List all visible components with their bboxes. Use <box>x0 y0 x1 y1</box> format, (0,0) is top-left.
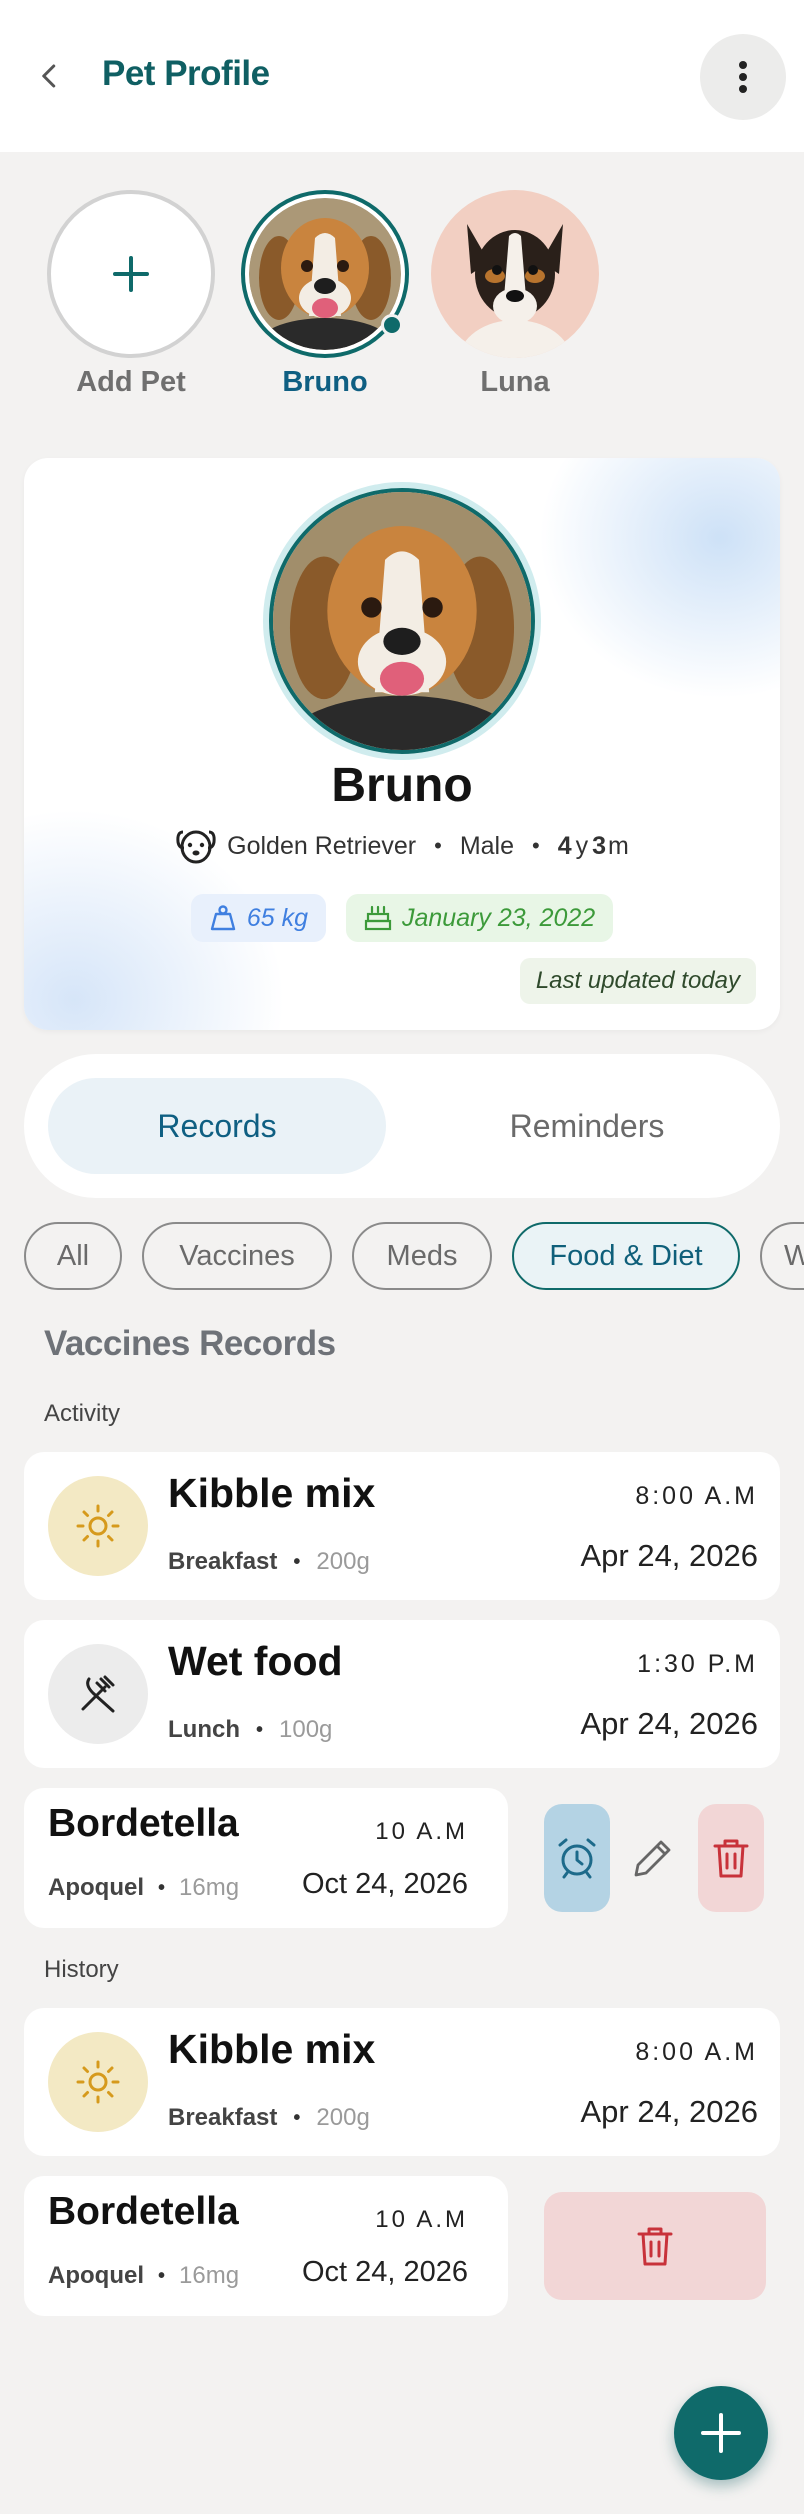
history-label: History <box>44 1956 119 1983</box>
record-date: Oct 24, 2026 <box>301 2256 468 2288</box>
meal-icon-wrapper <box>48 1644 148 1744</box>
bruno-large-photo <box>273 492 531 750</box>
pet-avatar-luna[interactable] <box>431 190 599 358</box>
alarm-clock-icon <box>558 1838 596 1879</box>
chevron-left-icon <box>42 64 56 88</box>
records-reminders-toggle: Records Reminders <box>24 1054 780 1198</box>
birthday-chip: January 23, 2022 <box>345 894 614 942</box>
record-date: Apr 24, 2026 <box>580 1538 758 1573</box>
record-time: 8:00 A.M <box>635 2038 758 2066</box>
trash-icon <box>713 1839 749 1878</box>
filter-more[interactable]: W <box>760 1222 804 1290</box>
last-updated-badge: Last updated today <box>519 958 756 1004</box>
separator-dot: • <box>532 833 540 858</box>
age-text: 4 y 3m <box>557 831 629 860</box>
add-pet-button[interactable]: Add Pet <box>46 190 216 399</box>
app-header: Pet Profile <box>0 0 804 152</box>
selected-indicator <box>381 314 403 336</box>
birthday-value: January 23, 2022 <box>401 903 596 932</box>
pet-avatar-bruno[interactable] <box>241 190 409 358</box>
filter-food-diet[interactable]: Food & Diet <box>512 1222 740 1290</box>
separator-dot: • <box>434 833 442 858</box>
record-meta: Breakfast • 200g <box>168 1548 370 1575</box>
section-title: Vaccines Records <box>44 1324 336 1363</box>
pencil-icon <box>634 1840 671 1877</box>
add-pet-circle[interactable] <box>47 190 215 358</box>
record-title: Kibble mix <box>168 1470 376 1516</box>
record-time: 8:00 A.M <box>635 1482 758 1510</box>
plus-icon <box>113 256 149 292</box>
delete-button[interactable] <box>544 2192 766 2300</box>
record-title: Wet food <box>168 1638 343 1684</box>
more-options-button[interactable] <box>700 34 786 120</box>
pet-name-luna: Luna <box>480 366 550 398</box>
record-title: Kibble mix <box>168 2026 376 2072</box>
sex-text: Male <box>459 831 515 860</box>
filter-vaccines[interactable]: Vaccines <box>142 1222 332 1290</box>
add-record-fab[interactable] <box>674 2386 768 2480</box>
tab-records[interactable]: Records <box>48 1078 386 1174</box>
record-time: 10 A.M <box>375 2206 468 2233</box>
breed-text: Golden Retriever <box>227 831 417 860</box>
record-meta: Apoquel • 16mg <box>48 1874 240 1901</box>
record-date: Apr 24, 2026 <box>580 2094 758 2129</box>
filter-all[interactable]: All <box>24 1222 122 1290</box>
record-date: Apr 24, 2026 <box>580 1706 758 1741</box>
pet-item-luna[interactable]: Luna <box>430 190 600 399</box>
filter-meds[interactable]: Meds <box>352 1222 492 1290</box>
sun-icon <box>76 2060 120 2104</box>
record-time: 10 A.M <box>375 1818 468 1845</box>
tab-reminders[interactable]: Reminders <box>418 1078 756 1174</box>
edit-button[interactable] <box>620 1804 686 1912</box>
record-title: Bordetella <box>48 1802 239 1845</box>
activity-label: Activity <box>44 1400 121 1427</box>
page-title: Pet Profile <box>102 54 270 93</box>
trash-icon <box>637 2227 673 2266</box>
weight-chip: 65 kg <box>190 894 326 942</box>
filter-chips: All Vaccines Meds Food & Diet W <box>24 1222 804 1292</box>
profile-chips: 65 kg January 23, 2022 <box>24 894 780 942</box>
profile-card: Bruno Golden Retriever • Male • 4 y 3m 65 … <box>24 458 780 1030</box>
record-meta: Lunch • 100g <box>168 1716 333 1743</box>
record-meta: Apoquel • 16mg <box>48 2262 240 2289</box>
sun-icon <box>76 1504 120 1548</box>
plus-icon <box>701 2413 741 2453</box>
dog-face-icon <box>175 826 217 866</box>
pet-info-row: Golden Retriever • Male • 4 y 3m <box>24 826 780 866</box>
record-time: 1:30 P.M <box>637 1650 758 1678</box>
record-title: Bordetella <box>48 2190 239 2233</box>
record-date: Oct 24, 2026 <box>301 1868 468 1900</box>
more-vertical-icon <box>739 61 747 93</box>
cake-icon <box>364 905 392 931</box>
pet-selector: Add Pet Bruno Luna <box>0 190 804 410</box>
swiped-record-card[interactable]: Bordetella 10 A.M Apoquel • 16mg Oct 24, 2… <box>24 1788 508 1928</box>
pet-name: Bruno <box>331 759 473 812</box>
record-card[interactable]: Wet food Lunch • 100g 1:30 P.M Apr 24, 202… <box>24 1620 780 1768</box>
swiped-record-card[interactable]: Bordetella 10 A.M Apoquel • 16mg Oct 24, 2… <box>24 2176 508 2316</box>
weight-value: 65 kg <box>246 903 308 932</box>
fork-knife-icon <box>81 1675 115 1713</box>
back-button[interactable] <box>26 52 74 100</box>
luna-photo <box>459 224 571 358</box>
pet-item-bruno[interactable]: Bruno <box>240 190 410 399</box>
record-card[interactable]: Kibble mix Breakfast • 200g 8:00 A.M Apr 2… <box>24 2008 780 2156</box>
delete-button[interactable] <box>698 1804 764 1912</box>
weight-icon <box>210 905 236 931</box>
pet-name-bruno: Bruno <box>282 366 368 398</box>
bruno-photo <box>249 198 401 350</box>
meal-icon-wrapper <box>48 1476 148 1576</box>
profile-avatar <box>269 488 535 754</box>
record-card[interactable]: Kibble mix Breakfast • 200g 8:00 A.M Apr 2… <box>24 1452 780 1600</box>
decorative-glow <box>540 458 780 698</box>
record-meta: Breakfast • 200g <box>168 2104 370 2131</box>
add-pet-label: Add Pet <box>76 366 186 398</box>
reminder-button[interactable] <box>544 1804 610 1912</box>
meal-icon-wrapper <box>48 2032 148 2132</box>
